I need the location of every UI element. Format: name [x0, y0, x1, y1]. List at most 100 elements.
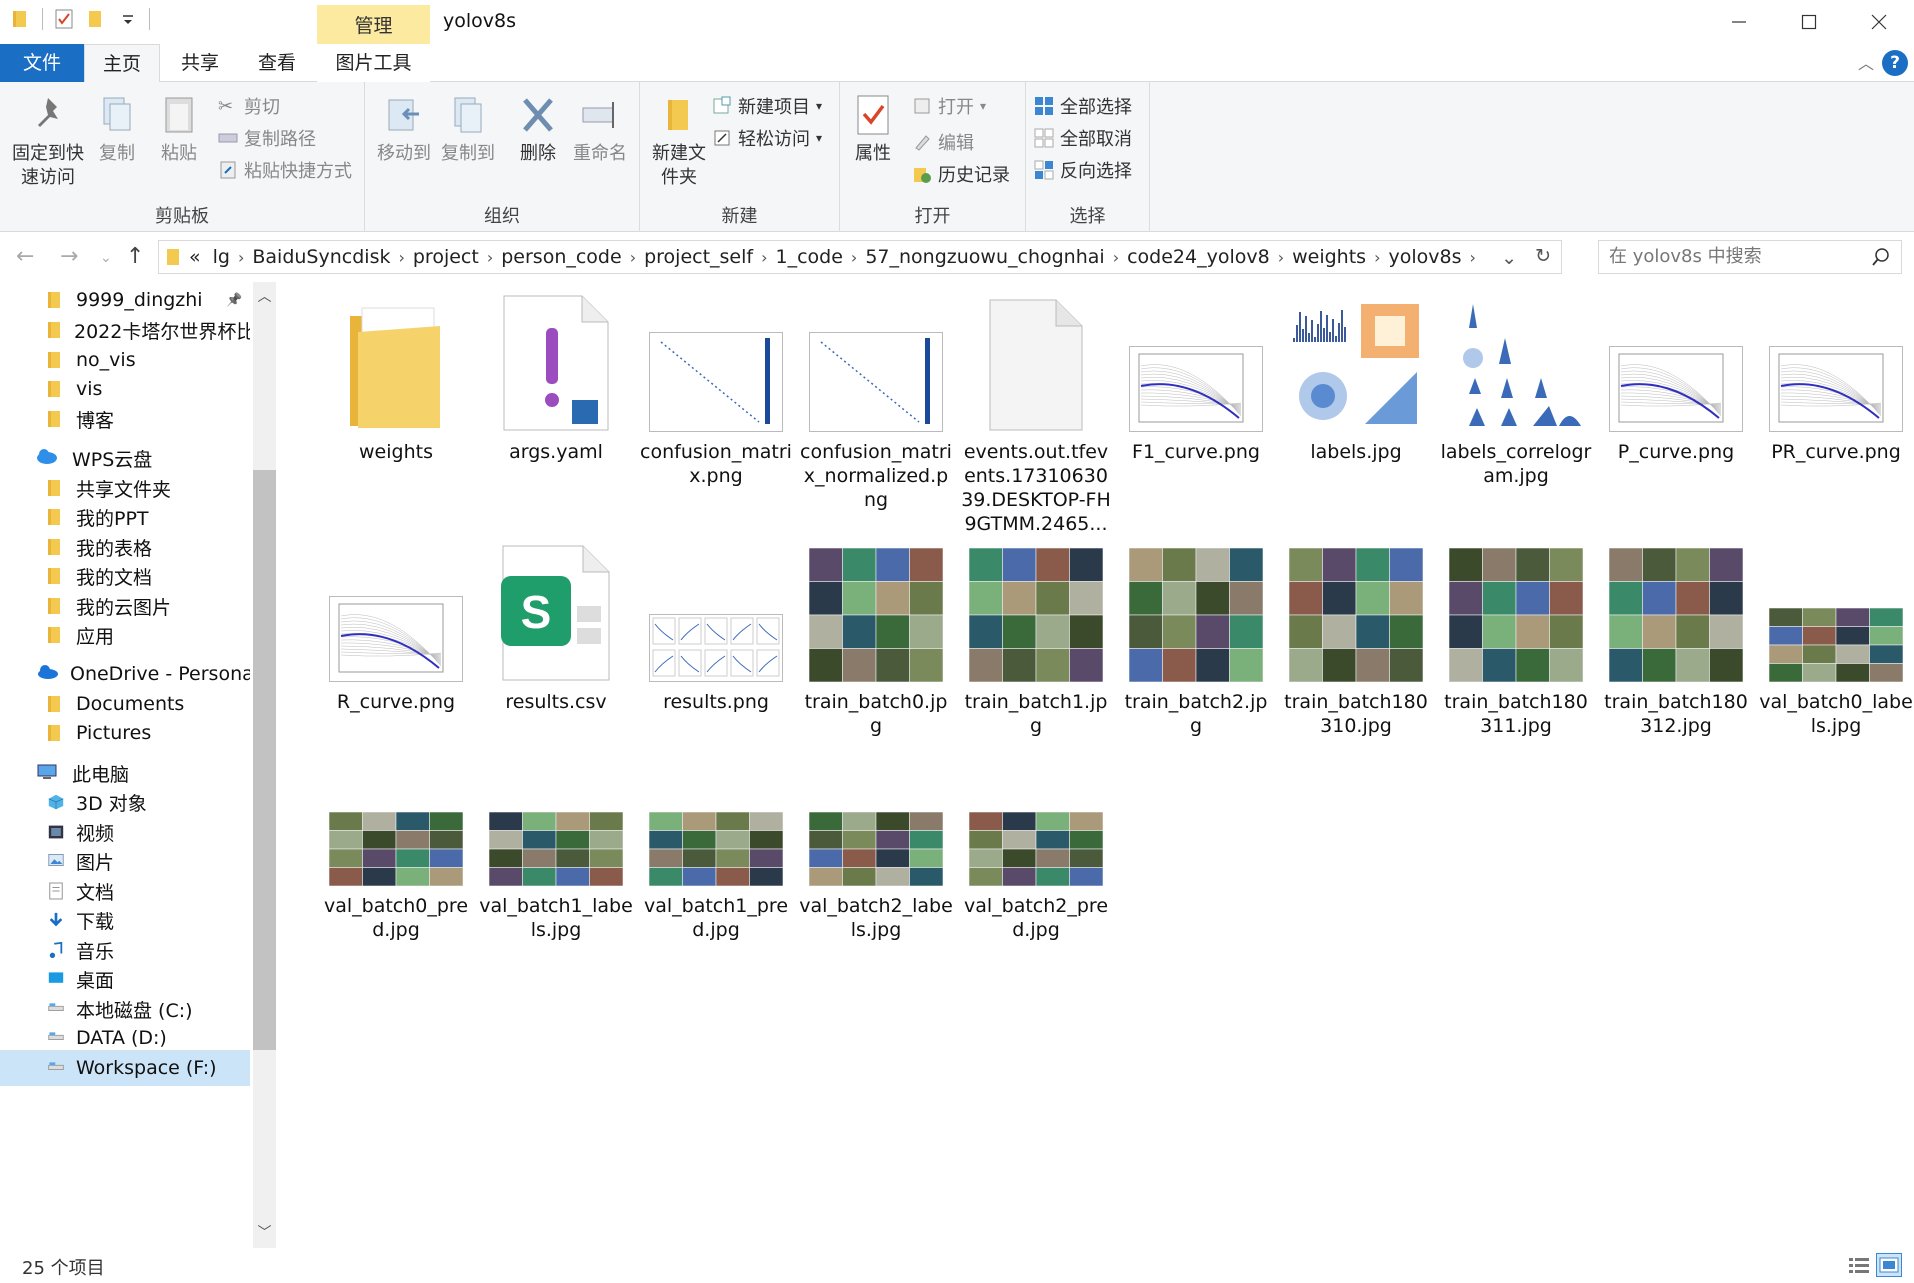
file-item[interactable]: val_batch2_labels.jpg	[797, 750, 955, 942]
scroll-thumb[interactable]	[253, 470, 276, 1050]
sidebar-item[interactable]: Workspace (F:)	[0, 1050, 250, 1086]
edit-button[interactable]: 编辑	[912, 128, 974, 156]
breadcrumb-item[interactable]: project	[413, 246, 479, 268]
forward-arrow-icon[interactable]: →	[60, 244, 78, 269]
breadcrumb-item[interactable]: weights	[1292, 246, 1366, 268]
breadcrumb-separator-icon[interactable]: ›	[398, 248, 404, 267]
file-item[interactable]: train_batch180310.jpg	[1277, 546, 1435, 738]
file-item[interactable]: train_batch0.jpg	[797, 546, 955, 738]
address-dropdown-icon[interactable]: ⌄	[1501, 247, 1517, 269]
new-item-button[interactable]: 新建项目 ▾	[712, 92, 822, 120]
file-item[interactable]: labels.jpg	[1277, 296, 1435, 464]
sidebar-item[interactable]: 博客	[0, 401, 250, 437]
address-bar[interactable]: « lg › BaiduSyncdisk › project › person_code › p…	[158, 240, 1562, 274]
maximize-button[interactable]	[1774, 0, 1844, 44]
folder-icon[interactable]	[10, 8, 32, 30]
breadcrumb-separator-icon[interactable]: ›	[761, 248, 767, 267]
select-none-button[interactable]: 全部取消	[1034, 124, 1132, 152]
search-input[interactable]: 在 yolov8s 中搜索	[1598, 240, 1902, 274]
breadcrumb-separator-icon[interactable]: ›	[1470, 248, 1476, 267]
sidebar-item[interactable]: 应用	[0, 617, 250, 653]
paste-button[interactable]: 粘贴	[154, 92, 204, 166]
breadcrumb-separator-icon[interactable]: ›	[487, 248, 493, 267]
file-item[interactable]: train_batch180312.jpg	[1597, 546, 1755, 738]
breadcrumb-separator-icon[interactable]: ›	[238, 248, 244, 267]
invert-selection-button[interactable]: 反向选择	[1034, 156, 1132, 184]
file-item[interactable]: val_batch1_labels.jpg	[477, 750, 635, 942]
close-button[interactable]	[1844, 0, 1914, 44]
file-item[interactable]: weights	[317, 296, 475, 464]
breadcrumb-item[interactable]: person_code	[501, 246, 621, 268]
breadcrumb-separator-icon[interactable]: ›	[1374, 248, 1380, 267]
file-item[interactable]: R_curve.png	[317, 546, 475, 714]
tab-share[interactable]: 共享	[163, 44, 237, 82]
scroll-up-icon[interactable]: ︿	[253, 286, 276, 306]
copy-button[interactable]: 复制	[92, 92, 142, 166]
tab-home[interactable]: 主页	[84, 44, 160, 83]
breadcrumb-item[interactable]: yolov8s	[1388, 246, 1461, 268]
sidebar-scrollbar[interactable]: ︿ ﹀	[253, 282, 276, 1248]
cut-button[interactable]: ✂ 剪切	[218, 92, 280, 120]
file-item[interactable]: F1_curve.png	[1117, 296, 1275, 464]
breadcrumb-item[interactable]: project_self	[644, 246, 753, 268]
file-item[interactable]: events.out.tfevents.1731063039.DESKTOP-F…	[957, 296, 1115, 536]
file-item[interactable]: train_batch2.jpg	[1117, 546, 1275, 738]
back-arrow-icon[interactable]: ←	[16, 244, 34, 269]
sidebar-item-label: 文档	[76, 881, 115, 904]
breadcrumb-separator-icon[interactable]: ›	[1113, 248, 1119, 267]
select-all-button[interactable]: 全部选择	[1034, 92, 1132, 120]
file-item[interactable]: confusion_matrix_normalized.png	[797, 296, 955, 512]
file-item[interactable]: labels_correlogram.jpg	[1437, 296, 1595, 488]
breadcrumb-separator-icon[interactable]: ›	[1278, 248, 1284, 267]
properties-icon[interactable]	[53, 8, 75, 30]
file-item[interactable]: confusion_matrix.png	[637, 296, 795, 488]
tab-picture-tools[interactable]: 图片工具	[317, 44, 430, 82]
minimize-button[interactable]	[1704, 0, 1774, 44]
file-item[interactable]: Sresults.csv	[477, 545, 635, 714]
breadcrumb-item[interactable]: code24_yolov8	[1127, 246, 1270, 268]
open-button[interactable]: 打开 ▾	[912, 92, 986, 120]
copy-path-button[interactable]: 复制路径	[218, 124, 316, 152]
new-folder-button[interactable]: 新建文件夹	[648, 92, 710, 190]
pin-to-quick-access-button[interactable]: 固定到快速访问	[8, 92, 88, 190]
file-item[interactable]: P_curve.png	[1597, 296, 1755, 464]
file-item[interactable]: results.png	[637, 546, 795, 714]
help-icon[interactable]: ?	[1882, 50, 1908, 76]
customize-dropdown-icon[interactable]	[117, 8, 139, 30]
file-item[interactable]: train_batch1.jpg	[957, 546, 1115, 738]
file-item[interactable]: train_batch180311.jpg	[1437, 546, 1595, 738]
file-item[interactable]: PR_curve.png	[1757, 296, 1914, 464]
manage-context-tab[interactable]: 管理	[317, 5, 430, 44]
tab-file[interactable]: 文件	[0, 44, 84, 82]
breadcrumb-item[interactable]: 1_code	[776, 246, 843, 268]
up-arrow-icon[interactable]: ↑	[126, 244, 144, 269]
move-to-button[interactable]: 移动到	[373, 92, 435, 166]
file-item[interactable]: args.yaml	[477, 295, 635, 464]
breadcrumb-separator-icon[interactable]: ›	[630, 248, 636, 267]
breadcrumb-item[interactable]: 57_nongzuowu_chognhai	[865, 246, 1104, 268]
file-item[interactable]: val_batch2_pred.jpg	[957, 750, 1115, 942]
paste-shortcut-button[interactable]: 粘贴快捷方式	[218, 156, 352, 184]
file-item[interactable]: val_batch0_labels.jpg	[1757, 546, 1914, 738]
collapse-ribbon-icon[interactable]: ︿	[1858, 50, 1874, 74]
history-button[interactable]: 历史记录	[912, 160, 1010, 188]
delete-button[interactable]: 删除	[513, 92, 563, 166]
new-folder-icon[interactable]	[85, 8, 107, 30]
sidebar-item[interactable]: Pictures	[0, 715, 250, 751]
file-item[interactable]: val_batch0_pred.jpg	[317, 750, 475, 942]
details-view-button[interactable]	[1846, 1253, 1872, 1277]
copy-to-button[interactable]: 复制到	[437, 92, 499, 166]
easy-access-button[interactable]: 轻松访问 ▾	[712, 124, 822, 152]
recent-locations-chevron-icon[interactable]: ⌄	[100, 250, 112, 266]
properties-button[interactable]: 属性	[848, 92, 898, 166]
refresh-icon[interactable]: ↻	[1535, 245, 1551, 267]
breadcrumb-item[interactable]: lg	[213, 246, 230, 268]
breadcrumb-separator-icon[interactable]: ›	[851, 248, 857, 267]
address-overflow[interactable]: «	[189, 246, 201, 268]
tab-view[interactable]: 查看	[240, 44, 314, 82]
file-item[interactable]: val_batch1_pred.jpg	[637, 750, 795, 942]
scroll-down-icon[interactable]: ﹀	[253, 1222, 276, 1242]
large-icons-view-button[interactable]	[1876, 1253, 1902, 1277]
breadcrumb-item[interactable]: BaiduSyncdisk	[252, 246, 390, 268]
rename-button[interactable]: 重命名	[569, 92, 631, 166]
